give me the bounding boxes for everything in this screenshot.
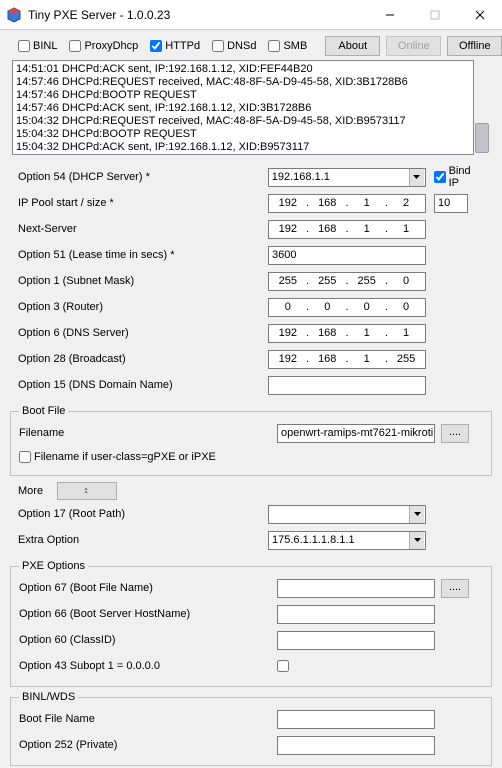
opt51-input[interactable]: 3600 (268, 246, 426, 265)
opt15-input[interactable] (268, 376, 426, 395)
minimize-button[interactable] (367, 1, 412, 29)
more-label: More (18, 485, 43, 497)
bootfile-legend: Boot File (19, 405, 68, 417)
dnsd-cb[interactable] (212, 40, 224, 52)
log-textarea[interactable]: 14:51:01 DHCPd:ACK sent, IP:192.168.1.12… (12, 60, 474, 155)
app-icon (6, 7, 22, 23)
title-bar: Tiny PXE Server - 1.0.0.23 (0, 0, 502, 30)
bootfile-group: Boot File Filename openwrt-ramips-mt7621… (10, 405, 492, 476)
ippool-input[interactable]: 192. 168. 1. 2 (268, 194, 426, 213)
window-title: Tiny PXE Server - 1.0.0.23 (28, 8, 367, 22)
wds-bootfile-label: Boot File Name (19, 713, 277, 725)
opt28-input[interactable]: 192. 168. 1. 255 (268, 350, 426, 369)
chevron-up-icon: ∧∧ (84, 488, 90, 494)
browse-button[interactable]: .... (441, 579, 469, 598)
extraoption-combo[interactable]: 175.6.1.1.1.8.1.1 (268, 531, 426, 550)
httpd-cb[interactable] (150, 40, 162, 52)
chevron-down-icon[interactable] (409, 532, 424, 549)
pxe-legend: PXE Options (19, 560, 88, 572)
checkbox-httpd[interactable]: HTTPd (150, 40, 200, 52)
checkbox-dnsd[interactable]: DNSd (212, 40, 256, 52)
opt1-input[interactable]: 255. 255. 255. 0 (268, 272, 426, 291)
ippool-label: IP Pool start / size * (18, 197, 268, 209)
toolbar: BINL ProxyDhcp HTTPd DNSd SMB About Onli… (0, 30, 502, 60)
more-toggle-button[interactable]: ∧∧ (57, 482, 117, 500)
opt17-label: Option 17 (Root Path) (18, 508, 268, 520)
opt60-input[interactable] (277, 631, 435, 650)
opt66-label: Option 66 (Boot Server HostName) (19, 608, 277, 620)
close-button[interactable] (457, 1, 502, 29)
opt28-label: Option 28 (Broadcast) (18, 353, 268, 365)
opt54-combo[interactable]: 192.168.1.1 (268, 168, 426, 187)
opt67-input[interactable] (277, 579, 435, 598)
checkbox-bindip[interactable]: Bind IP (434, 165, 484, 189)
opt3-label: Option 3 (Router) (18, 301, 268, 313)
opt252-input[interactable] (277, 736, 435, 755)
nextserver-label: Next-Server (18, 223, 268, 235)
pxe-group: PXE Options Option 67 (Boot File Name) .… (10, 560, 492, 687)
opt1-label: Option 1 (Subnet Mask) (18, 275, 268, 287)
opt6-input[interactable]: 192. 168. 1. 1 (268, 324, 426, 343)
scroll-thumb[interactable] (475, 123, 489, 153)
checkbox-userclass[interactable]: Filename if user-class=gPXE or iPXE (19, 451, 216, 463)
binl-cb[interactable] (18, 40, 30, 52)
checkbox-binl[interactable]: BINL (18, 40, 57, 52)
chevron-down-icon[interactable] (409, 169, 424, 186)
opt3-input[interactable]: 0. 0. 0. 0 (268, 298, 426, 317)
opt51-label: Option 51 (Lease time in secs) * (18, 249, 268, 261)
poolsize-input[interactable]: 10 (434, 194, 468, 213)
opt54-label: Option 54 (DHCP Server) * (18, 171, 268, 183)
binlwds-legend: BINL/WDS (19, 691, 78, 703)
smb-cb[interactable] (268, 40, 280, 52)
checkbox-smb[interactable]: SMB (268, 40, 307, 52)
opt6-label: Option 6 (DNS Server) (18, 327, 268, 339)
about-button[interactable]: About (325, 36, 380, 56)
checkbox-proxydhcp[interactable]: ProxyDhcp (69, 40, 138, 52)
opt43-cb[interactable] (277, 660, 289, 672)
opt60-label: Option 60 (ClassID) (19, 634, 277, 646)
opt17-combo[interactable] (268, 505, 426, 524)
opt15-label: Option 15 (DNS Domain Name) (18, 379, 268, 391)
extraoption-label: Extra Option (18, 534, 268, 546)
opt43-label: Option 43 Subopt 1 = 0.0.0.0 (19, 660, 277, 672)
browse-button[interactable]: .... (441, 424, 469, 443)
bindip-cb[interactable] (434, 171, 446, 183)
maximize-button[interactable] (412, 1, 457, 29)
nextserver-input[interactable]: 192. 168. 1. 1 (268, 220, 426, 239)
opt66-input[interactable] (277, 605, 435, 624)
userclass-cb[interactable] (19, 451, 31, 463)
filename-input[interactable]: openwrt-ramips-mt7621-mikrotik_route (277, 424, 435, 443)
opt252-label: Option 252 (Private) (19, 739, 277, 751)
chevron-down-icon[interactable] (409, 506, 424, 523)
filename-label: Filename (19, 427, 277, 439)
offline-button[interactable]: Offline (447, 36, 502, 56)
wds-bootfile-input[interactable] (277, 710, 435, 729)
proxydhcp-cb[interactable] (69, 40, 81, 52)
log-scrollbar[interactable] (474, 60, 490, 155)
opt67-label: Option 67 (Boot File Name) (19, 582, 277, 594)
online-button[interactable]: Online (386, 36, 441, 56)
